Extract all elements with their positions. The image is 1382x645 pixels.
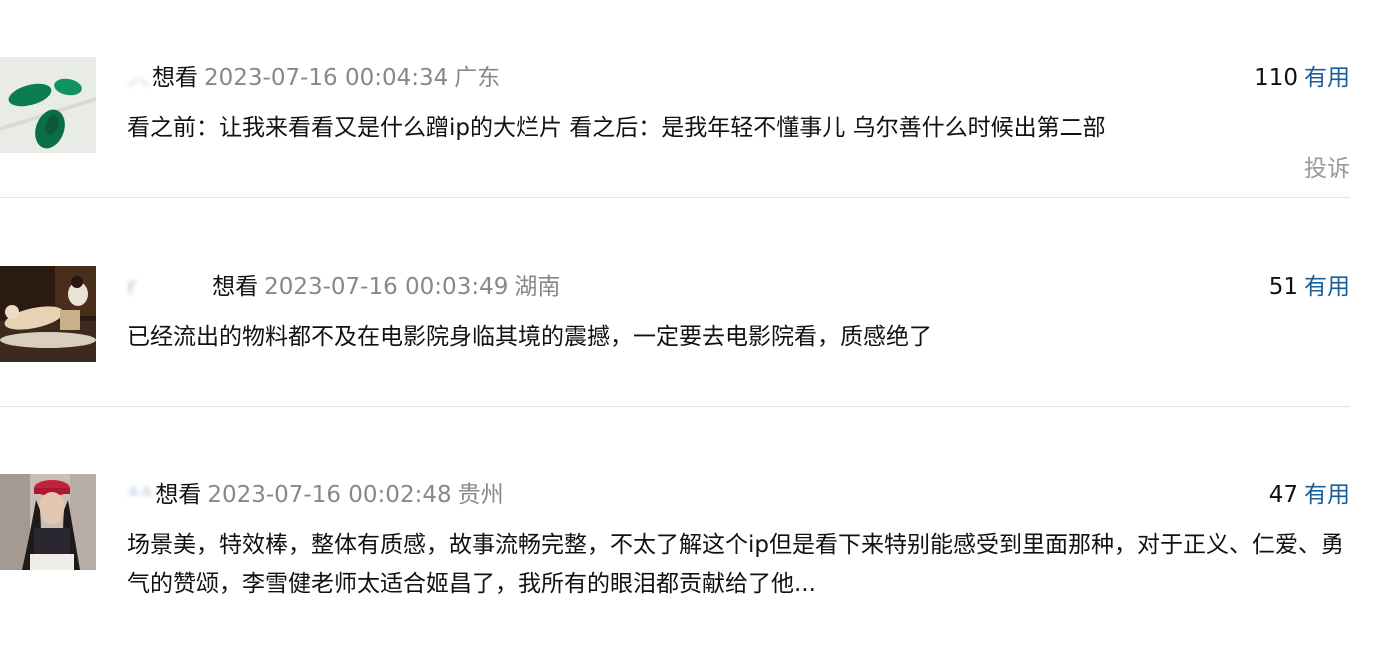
divider — [0, 406, 1350, 407]
user-name-link[interactable]: ⸛⸛ — [127, 478, 153, 512]
comment-time: 2023-07-16 00:04:34 — [204, 65, 449, 91]
user-name-link[interactable]: ⸝⸜ — [127, 61, 150, 95]
vote-area: 51 有用 — [1269, 270, 1350, 304]
watch-status: 想看 — [152, 65, 198, 91]
vote-count: 51 — [1268, 274, 1298, 300]
avatar[interactable] — [0, 57, 96, 153]
avatar[interactable] — [0, 474, 96, 570]
comment-meta: r 想看 2023-07-16 00:03:49 湖南 — [127, 270, 560, 304]
useful-button[interactable]: 有用 — [1304, 482, 1350, 508]
watch-status: 想看 — [212, 274, 259, 300]
report-link[interactable]: 投诉 — [1304, 149, 1350, 183]
comment-text: 场景美，特效棒，整体有质感，故事流畅完整，不太了解这个ip但是看下来特别能感受到… — [127, 532, 1344, 597]
comment-location: 广东 — [454, 65, 501, 91]
comment-location: 贵州 — [457, 482, 504, 508]
avatar[interactable] — [0, 266, 96, 362]
useful-button[interactable]: 有用 — [1304, 274, 1350, 300]
comment-meta: ⸛⸛想看 2023-07-16 00:02:48 贵州 — [127, 478, 504, 512]
comment-time: 2023-07-16 00:03:49 — [264, 274, 509, 300]
comment-meta: ⸝⸜想看 2023-07-16 00:04:34 广东 — [127, 61, 500, 95]
user-name-link[interactable]: r — [127, 270, 210, 304]
vote-area: 110 有用 — [1254, 61, 1350, 95]
vote-count: 47 — [1268, 482, 1298, 508]
divider — [0, 197, 1350, 198]
watch-status: 想看 — [155, 482, 202, 508]
vote-count: 110 — [1254, 65, 1298, 91]
comment-location: 湖南 — [514, 274, 561, 300]
avatar-image-slippers — [0, 57, 96, 153]
comment-time: 2023-07-16 00:02:48 — [207, 482, 452, 508]
comment-text: 已经流出的物料都不及在电影院身临其境的震撼，一定要去电影院看，质感绝了 — [127, 324, 932, 350]
avatar-image-portrait — [0, 474, 96, 570]
comment-text: 看之前：让我来看看又是什么蹭ip的大烂片 看之后：是我年轻不懂事儿 乌尔善什么时… — [127, 115, 1106, 141]
useful-button[interactable]: 有用 — [1304, 65, 1350, 91]
vote-area: 47 有用 — [1269, 478, 1350, 512]
avatar-image-painting — [0, 266, 96, 362]
